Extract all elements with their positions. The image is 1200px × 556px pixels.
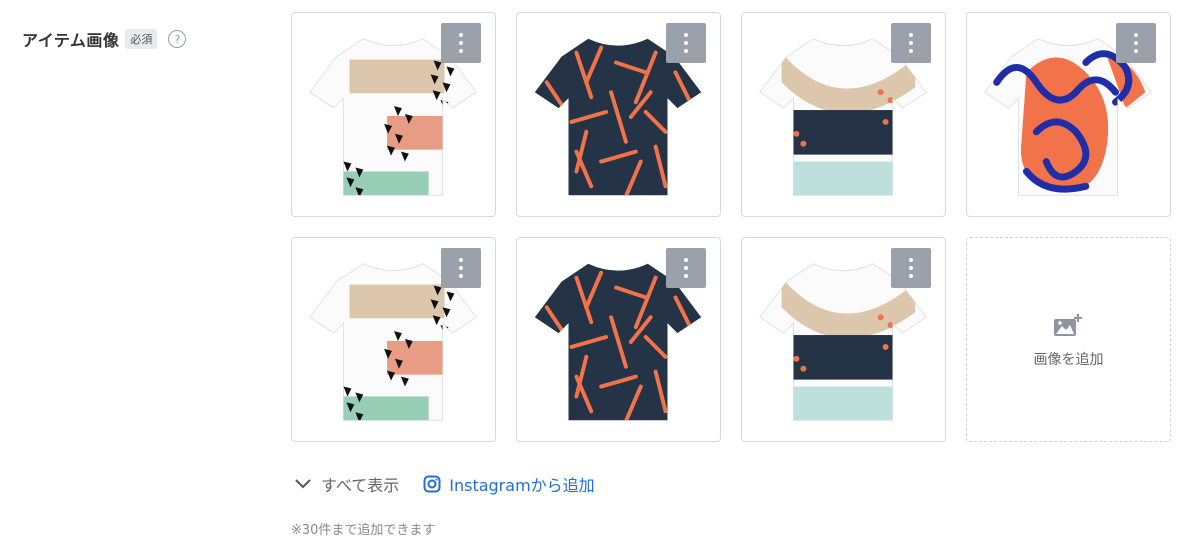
question-circle-icon[interactable]: ? [168, 30, 187, 48]
action-links: すべて表示 Instagramから追加 [295, 472, 595, 496]
chevron-down-icon [295, 479, 311, 489]
image-card[interactable] [741, 237, 946, 442]
kebab-menu-icon[interactable] [891, 248, 931, 288]
field-label: アイテム画像 必須 ? [22, 27, 187, 51]
add-image-label: 画像を追加 [1033, 351, 1104, 368]
kebab-menu-icon[interactable] [666, 248, 706, 288]
image-card[interactable] [291, 12, 496, 217]
image-card[interactable] [741, 12, 946, 217]
show-all-button[interactable]: すべて表示 [295, 472, 399, 496]
limit-note: ※30件まで追加できます [291, 523, 436, 538]
image-card[interactable] [516, 12, 721, 217]
image-card[interactable] [516, 237, 721, 442]
show-all-label: すべて表示 [321, 476, 400, 495]
image-card[interactable] [966, 12, 1171, 217]
kebab-menu-icon[interactable] [666, 23, 706, 63]
image-grid: 画像を追加 [291, 12, 1171, 442]
instagram-add-link[interactable]: Instagramから追加 [423, 472, 595, 496]
field-title: アイテム画像 [22, 31, 120, 50]
kebab-menu-icon[interactable] [441, 248, 481, 288]
add-image-button[interactable]: 画像を追加 [966, 237, 1171, 442]
image-card[interactable] [291, 237, 496, 442]
kebab-menu-icon[interactable] [891, 23, 931, 63]
required-badge: 必須 [125, 29, 158, 49]
instagram-label: Instagramから追加 [449, 476, 595, 495]
kebab-menu-icon[interactable] [1116, 23, 1156, 63]
add-image-icon [1053, 313, 1082, 336]
instagram-icon [423, 475, 441, 493]
kebab-menu-icon[interactable] [441, 23, 481, 63]
